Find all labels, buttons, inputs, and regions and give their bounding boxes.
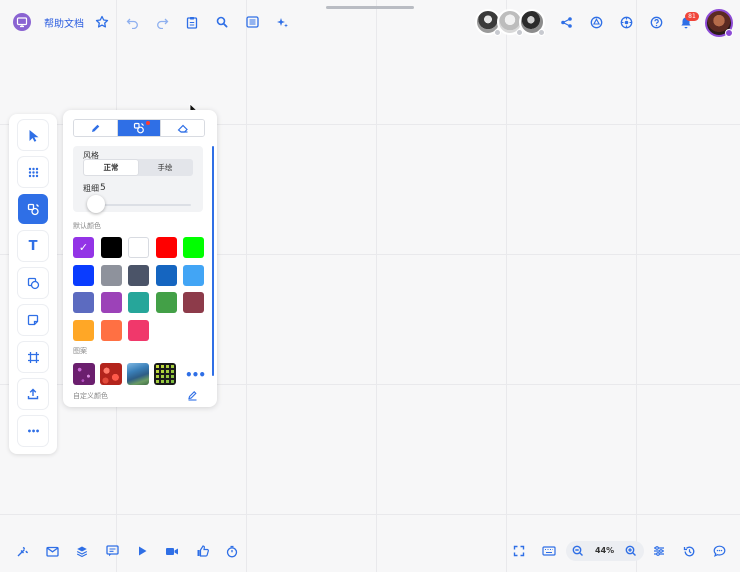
- color-swatch[interactable]: [100, 319, 122, 341]
- upload-tool-button[interactable]: [18, 379, 48, 409]
- color-swatch[interactable]: [128, 292, 149, 313]
- color-swatch[interactable]: [128, 237, 149, 258]
- history-icon[interactable]: [680, 542, 698, 560]
- timer-icon[interactable]: [223, 542, 241, 560]
- shape-icon: [27, 277, 40, 290]
- color-swatch[interactable]: [155, 264, 177, 286]
- help-icon[interactable]: [647, 13, 665, 31]
- zoom-out-icon[interactable]: [569, 542, 587, 560]
- tab-active-dot: [146, 121, 151, 125]
- color-swatch[interactable]: [73, 264, 94, 286]
- text-tool-button[interactable]: T: [18, 231, 48, 261]
- frame-icon: [27, 351, 40, 364]
- notification-badge: 81: [685, 12, 699, 21]
- color-swatch[interactable]: [100, 292, 122, 313]
- comment-list-icon[interactable]: [103, 542, 121, 560]
- more-tools-button[interactable]: •••: [18, 416, 48, 446]
- top-toolbar: 帮助文档 81: [0, 0, 740, 44]
- edit-pencil-icon[interactable]: [187, 390, 198, 401]
- style-option-normal[interactable]: 正常: [84, 160, 138, 175]
- grid-icon: [28, 167, 39, 178]
- panel-scrollbar[interactable]: [212, 146, 214, 376]
- sticky-note-icon: [27, 314, 39, 326]
- tab-eraser[interactable]: [161, 120, 204, 136]
- more-patterns-button[interactable]: •••: [185, 368, 206, 382]
- tab-pen[interactable]: [74, 120, 118, 136]
- integrations-icon[interactable]: [587, 13, 605, 31]
- shape-tool-button[interactable]: [18, 268, 48, 298]
- shape-brush-icon: [133, 122, 145, 134]
- layers-icon[interactable]: [73, 542, 91, 560]
- wand-icon[interactable]: [13, 542, 31, 560]
- patterns-label: 图案: [73, 347, 87, 355]
- shapes-brush-icon: [27, 203, 40, 216]
- thickness-value: 5: [100, 183, 106, 193]
- pen-icon: [90, 123, 101, 134]
- brush-panel: 风格 正常 手绘 粗细 5 默认颜色 ✓ 图案 ••• 自定义颜色: [63, 110, 217, 407]
- app-logo-icon[interactable]: [13, 13, 31, 31]
- ai-sparkle-icon[interactable]: [273, 13, 291, 31]
- templates-tool-button[interactable]: [18, 157, 48, 187]
- search-icon[interactable]: [213, 13, 231, 31]
- color-swatch[interactable]: [100, 237, 122, 258]
- style-option-handdrawn[interactable]: 手绘: [138, 160, 192, 175]
- document-title[interactable]: 帮助文档: [44, 15, 84, 30]
- clipboard-icon[interactable]: [183, 13, 201, 31]
- chat-icon[interactable]: [710, 542, 728, 560]
- color-swatch[interactable]: [128, 264, 149, 286]
- board-outline-icon[interactable]: [243, 13, 261, 31]
- color-swatch[interactable]: [100, 264, 122, 286]
- video-icon[interactable]: [163, 542, 181, 560]
- sticky-note-tool-button[interactable]: [18, 305, 48, 335]
- color-swatch[interactable]: [128, 319, 149, 341]
- share-icon[interactable]: [557, 13, 575, 31]
- color-swatch[interactable]: [183, 292, 204, 313]
- thickness-slider-thumb[interactable]: [87, 195, 106, 213]
- redo-icon[interactable]: [153, 13, 171, 31]
- text-icon: T: [28, 238, 38, 254]
- settings-icon[interactable]: [617, 13, 635, 31]
- eraser-icon: [177, 123, 189, 134]
- style-settings: 风格 正常 手绘 粗细 5: [73, 146, 203, 213]
- pattern-swatch[interactable]: [154, 363, 176, 385]
- cursor-icon: [28, 129, 39, 142]
- upload-icon: [27, 388, 39, 400]
- color-swatch[interactable]: [155, 292, 177, 313]
- color-swatch[interactable]: [155, 237, 177, 258]
- thumbs-up-icon[interactable]: [193, 542, 211, 560]
- frame-tool-button[interactable]: [18, 342, 48, 372]
- color-swatch[interactable]: [183, 237, 204, 258]
- star-icon[interactable]: [93, 13, 111, 31]
- zoom-in-icon[interactable]: [622, 542, 640, 560]
- play-icon[interactable]: [133, 542, 151, 560]
- thickness-label: 粗细: [83, 184, 99, 193]
- custom-color-label: 自定义颜色: [73, 392, 108, 400]
- mail-icon[interactable]: [43, 542, 61, 560]
- undo-icon[interactable]: [123, 13, 141, 31]
- fullscreen-icon[interactable]: [510, 542, 528, 560]
- color-swatch[interactable]: [183, 264, 204, 286]
- brush-tabs: [73, 119, 205, 137]
- brush-tool-button[interactable]: [18, 194, 48, 224]
- check-icon: ✓: [78, 241, 89, 254]
- color-swatch[interactable]: [73, 292, 94, 313]
- style-segmented-control: 正常 手绘: [83, 159, 193, 176]
- default-colors-label: 默认颜色: [73, 222, 101, 230]
- sliders-icon[interactable]: [650, 542, 668, 560]
- pattern-swatch[interactable]: [127, 363, 149, 385]
- tab-shape-brush[interactable]: [117, 120, 162, 136]
- left-toolbar: T •••: [9, 114, 57, 454]
- color-swatch[interactable]: [73, 319, 94, 341]
- zoom-level[interactable]: 44%: [595, 546, 614, 555]
- presence-indicator: [538, 29, 545, 36]
- pattern-swatch[interactable]: [73, 363, 95, 385]
- user-status-indicator: [725, 29, 733, 37]
- keyboard-icon[interactable]: [540, 542, 558, 560]
- zoom-control: 44%: [566, 541, 644, 561]
- color-swatch[interactable]: ✓: [73, 237, 94, 258]
- more-icon: •••: [26, 426, 40, 436]
- select-tool-button[interactable]: [18, 120, 48, 150]
- pattern-swatch[interactable]: [100, 363, 122, 385]
